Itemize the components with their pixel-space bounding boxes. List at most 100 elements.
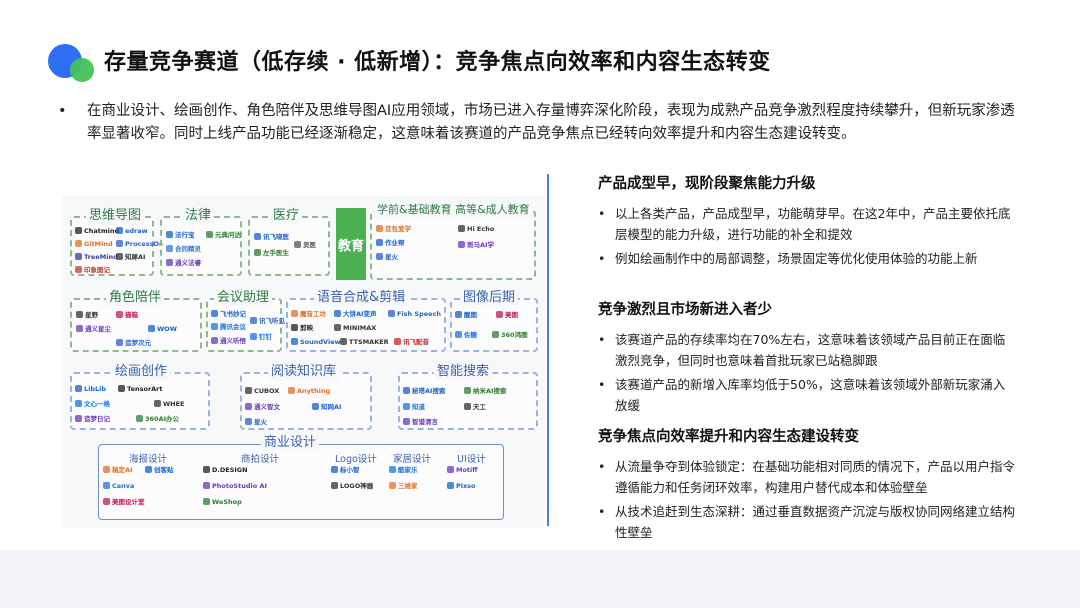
product-logo: 左手医生: [254, 248, 289, 258]
category-title: 会议助理: [214, 290, 273, 306]
product-logo: 法行宝: [166, 230, 195, 240]
product-logo: Anything: [288, 386, 330, 396]
product-logo: 灵医: [294, 240, 316, 250]
bullet-marker: •: [598, 206, 606, 221]
bullet-marker: •: [598, 251, 606, 266]
product-logo: 斑马AI学: [458, 240, 494, 250]
product-logo: 豆包爱学: [376, 224, 411, 234]
product-logo: 大饼AI变声: [334, 309, 376, 319]
title-decoration-icon: [48, 40, 96, 82]
product-logo: 天工: [464, 402, 486, 412]
product-logo: 猫箱: [116, 310, 138, 320]
product-logo: Pixso: [447, 481, 476, 491]
product-logo: Chatmind: [75, 226, 119, 236]
footer-band: [0, 550, 1080, 608]
category-law: 法律 法行宝 合同精灵 通义法睿 元典问达: [160, 208, 242, 276]
product-logo: 讯飞晓医: [254, 232, 289, 242]
bullet-marker: •: [58, 103, 67, 119]
product-logo: 元典问达: [206, 230, 241, 240]
section-item-text: 该赛道产品的新增入库率均低于50%，这意味着该领域外部新玩家涌入放缓: [615, 377, 1006, 413]
product-logo: 智谱清言: [403, 417, 438, 427]
category-medical: 医疗 讯飞晓医 左手医生 灵医: [248, 208, 330, 276]
category-speech: 语音合成&剪辑 魔音工坊 大饼AI变声 Fish Speech 剪映 MINIM…: [286, 290, 446, 352]
section-item-text: 从流量争夺到体验锁定：在基础功能相对同质的情况下，产品以用户指令遵循能力和任务闭…: [615, 459, 1016, 495]
product-logo: CUBOX: [245, 386, 279, 396]
category-title: 思维导图: [86, 208, 145, 224]
product-logo: 知犀AI: [116, 252, 145, 262]
product-logo: 造梦次元: [116, 338, 151, 348]
category-search: 智能搜索 秘塔AI搜索 纳米AI搜索 知道 天工 智谱清言: [398, 364, 538, 430]
bullet-marker: •: [598, 459, 606, 474]
product-logo: 造梦日记: [75, 414, 110, 424]
product-logo: LOGO神器: [331, 481, 373, 491]
ai-application-landscape-map: 思维导图 Chatmind edraw GitMind ProcessOn Tr…: [62, 196, 544, 528]
category-title: 智能搜索: [434, 364, 493, 380]
product-logo: 星火: [245, 417, 267, 427]
subcategory-title: Logo设计: [335, 454, 377, 465]
category-title: 商业设计: [261, 435, 320, 451]
category-image-post: 图像后期 醒图 美图 佐糖 360鸿图: [450, 290, 538, 352]
subcategory-title: 海报设计: [129, 454, 168, 465]
product-logo: 通义听悟: [211, 336, 246, 346]
subcategory-title: 家居设计: [393, 454, 432, 465]
section-title: 竞争焦点向效率提升和内容生态建设转变: [598, 429, 859, 445]
category-title: 角色陪伴: [106, 290, 165, 306]
section-item-text: 该赛道产品的存续率均在70%左右，这意味着该领域产品目前正在面临激烈竞争，但同时…: [615, 332, 1006, 368]
category-title: 图像后期: [460, 290, 519, 306]
product-logo: WHEE: [154, 399, 185, 409]
intro-text: 在商业设计、绘画创作、角色陪伴及思维导图AI应用领域，市场已进入存量博弈深化阶段…: [87, 103, 1015, 142]
product-logo: 印象图记: [75, 265, 110, 275]
category-meeting: 会议助理 飞书妙记 腾讯会议 通义听悟 讯飞听见 钉钉: [206, 290, 285, 352]
subcategory-title: 商拍设计: [241, 454, 280, 465]
section-item-text: 从技术追赶到生态深耕：通过垂直数据资产沉淀与版权协同网络建立结构性壁垒: [615, 504, 1016, 540]
product-logo: 作业帮: [376, 238, 405, 248]
product-logo: ProcessOn: [116, 239, 164, 249]
product-logo: 合同精灵: [166, 244, 201, 254]
product-logo: Hi Echo: [458, 224, 494, 234]
product-logo: SoundView: [291, 337, 341, 347]
category-reading: 阅读知识库 CUBOX Anything 通义智文 知网AI 星火: [240, 364, 372, 430]
product-logo: 通义智文: [245, 402, 280, 412]
product-logo: 魔音工坊: [291, 309, 326, 319]
page-title: 存量竞争赛道（低存续 · 低新增）：竞争焦点向效率和内容生态转变: [104, 50, 771, 75]
category-mindmap: 思维导图 Chatmind edraw GitMind ProcessOn Tr…: [70, 208, 164, 276]
product-logo: TensorArt: [118, 384, 163, 394]
education-tag: 教育: [336, 208, 366, 280]
category-title: 绘画创作: [112, 364, 171, 380]
product-logo: 美图: [496, 310, 518, 320]
product-logo: 知道: [403, 402, 425, 412]
product-logo: WOW: [148, 324, 177, 334]
category-title: 阅读知识库: [268, 364, 340, 380]
product-logo: 秘塔AI搜索: [403, 386, 445, 396]
product-logo: TTSMAKER: [340, 337, 389, 347]
product-logo: 剪映: [291, 323, 313, 333]
product-logo: 纳米AI搜索: [464, 386, 506, 396]
bullet-marker: •: [598, 332, 606, 347]
category-title: 学前&基础教育 高等&成人教育: [374, 202, 533, 218]
product-logo: 飞书妙记: [211, 309, 246, 319]
product-logo: GitMind: [75, 239, 113, 249]
category-title: 法律: [182, 208, 215, 224]
product-logo: 通义星尘: [76, 324, 111, 334]
section-item-text: 例如绘画制作中的局部调整，场景固定等优化使用体验的功能上新: [615, 251, 978, 266]
product-logo: 腾讯会议: [211, 322, 246, 332]
product-logo: MINIMAX: [334, 323, 376, 333]
bullet-marker: •: [598, 377, 606, 392]
product-logo: PhotoStudio AI: [203, 481, 267, 491]
product-logo: 360鸿图: [492, 330, 528, 340]
product-logo: 讯飞配音: [394, 337, 429, 347]
product-logo: Fish Speech: [388, 309, 441, 319]
product-logo: 钉钉: [250, 332, 272, 342]
category-commercial: 商业设计 海报设计 稿定AI 创客贴 Canva 美图设计室 商拍设计 D.DE…: [98, 435, 504, 520]
category-title: 医疗: [270, 208, 303, 224]
product-logo: 讯飞听见: [250, 316, 285, 326]
product-logo: 酷家乐: [389, 465, 418, 475]
category-drawing: 绘画创作 LibLib TensorArt 文心一格 WHEE 造梦日记 360…: [70, 364, 210, 430]
product-logo: 星火: [376, 252, 398, 262]
vertical-divider: [547, 174, 549, 526]
category-companion: 角色陪伴 星野 猫箱 通义星尘 WOW 造梦次元: [70, 290, 202, 352]
product-logo: LibLib: [75, 384, 106, 394]
product-logo: edraw: [116, 226, 148, 236]
product-logo: WeShop: [203, 497, 242, 507]
product-logo: 美图设计室: [103, 497, 145, 507]
